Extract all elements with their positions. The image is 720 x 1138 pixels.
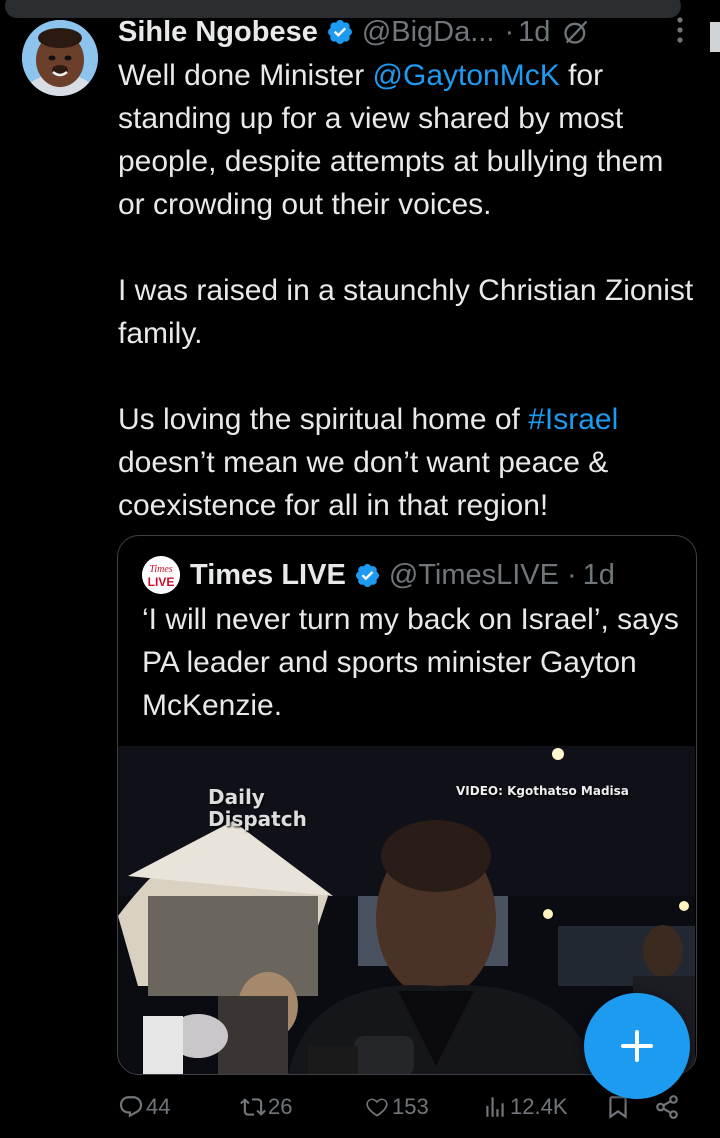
views-chart-icon bbox=[486, 1097, 504, 1117]
tweet-paragraph-3: Us loving the spiritual home of #Israel … bbox=[118, 398, 698, 527]
quoted-tweet[interactable]: Times LIVE Times LIVE @TimesLIVE · 1d ‘I… bbox=[117, 535, 697, 1075]
share-button[interactable] bbox=[654, 1090, 680, 1124]
repost-count: 26 bbox=[268, 1094, 293, 1119]
mention-link[interactable]: @GaytonMcK bbox=[373, 59, 560, 92]
views-count: 12.4K bbox=[510, 1094, 568, 1119]
author-handle[interactable]: @BigDa... bbox=[362, 16, 495, 49]
watermark-line-1: Daily bbox=[208, 785, 265, 809]
separator-dot: · bbox=[567, 558, 577, 591]
more-vertical-icon[interactable] bbox=[670, 12, 690, 48]
reply-button[interactable]: 44 bbox=[118, 1090, 170, 1124]
timestamp[interactable]: 1d bbox=[518, 16, 550, 49]
video-credit: VIDEO: Kgothatso Madisa bbox=[456, 784, 629, 798]
quote-timestamp[interactable]: 1d bbox=[583, 559, 615, 592]
hashtag-link[interactable]: #Israel bbox=[528, 403, 618, 436]
like-button[interactable]: 153 bbox=[364, 1090, 429, 1124]
compose-button[interactable] bbox=[584, 993, 690, 1099]
quote-author-name[interactable]: Times LIVE bbox=[190, 559, 346, 592]
author-name[interactable]: Sihle Ngobese bbox=[118, 16, 318, 49]
tweet-paragraph-2: I was raised in a staunchly Christian Zi… bbox=[118, 274, 702, 350]
reply-icon bbox=[119, 1096, 143, 1118]
quote-author-handle[interactable]: @TimesLIVE bbox=[389, 559, 559, 592]
scrollbar-thumb[interactable] bbox=[710, 22, 720, 52]
quote-avatar[interactable]: Times LIVE bbox=[142, 556, 180, 594]
quote-header: Times LIVE Times LIVE @TimesLIVE · 1d bbox=[142, 554, 615, 596]
quote-logo-top: Times bbox=[149, 564, 172, 575]
share-icon bbox=[656, 1095, 678, 1119]
quote-text: ‘I will never turn my back on Israel’, s… bbox=[142, 603, 679, 722]
repost-button[interactable]: 26 bbox=[240, 1090, 292, 1124]
heart-icon bbox=[366, 1098, 388, 1117]
tweet-paragraph-1: Well done Minister @GaytonMcK for standi… bbox=[118, 54, 698, 226]
action-bar: 44 26 153 12.4K bbox=[118, 1090, 688, 1124]
grok-icon[interactable] bbox=[562, 18, 590, 46]
verified-badge-icon bbox=[354, 562, 381, 589]
tweet-header: Sihle Ngobese @BigDa... · 1d bbox=[118, 10, 678, 54]
avatar[interactable] bbox=[22, 20, 98, 96]
tweet-text: Well done Minister @GaytonMcK for standi… bbox=[118, 54, 698, 527]
tweet-text-span: Us loving the spiritual home of bbox=[118, 403, 529, 436]
plus-icon bbox=[621, 1030, 653, 1062]
separator-dot: · bbox=[504, 15, 515, 48]
tweet-text-span: Well done Minister bbox=[118, 59, 373, 92]
reply-count: 44 bbox=[146, 1094, 171, 1119]
like-count: 153 bbox=[392, 1094, 429, 1119]
views-button[interactable]: 12.4K bbox=[482, 1090, 568, 1124]
watermark-line-2: Dispatch bbox=[208, 807, 307, 831]
video-watermark-logo: Daily Dispatch bbox=[208, 786, 307, 830]
quote-logo-bottom: LIVE bbox=[148, 575, 175, 589]
repost-icon bbox=[240, 1098, 266, 1116]
verified-badge-icon bbox=[326, 18, 354, 46]
